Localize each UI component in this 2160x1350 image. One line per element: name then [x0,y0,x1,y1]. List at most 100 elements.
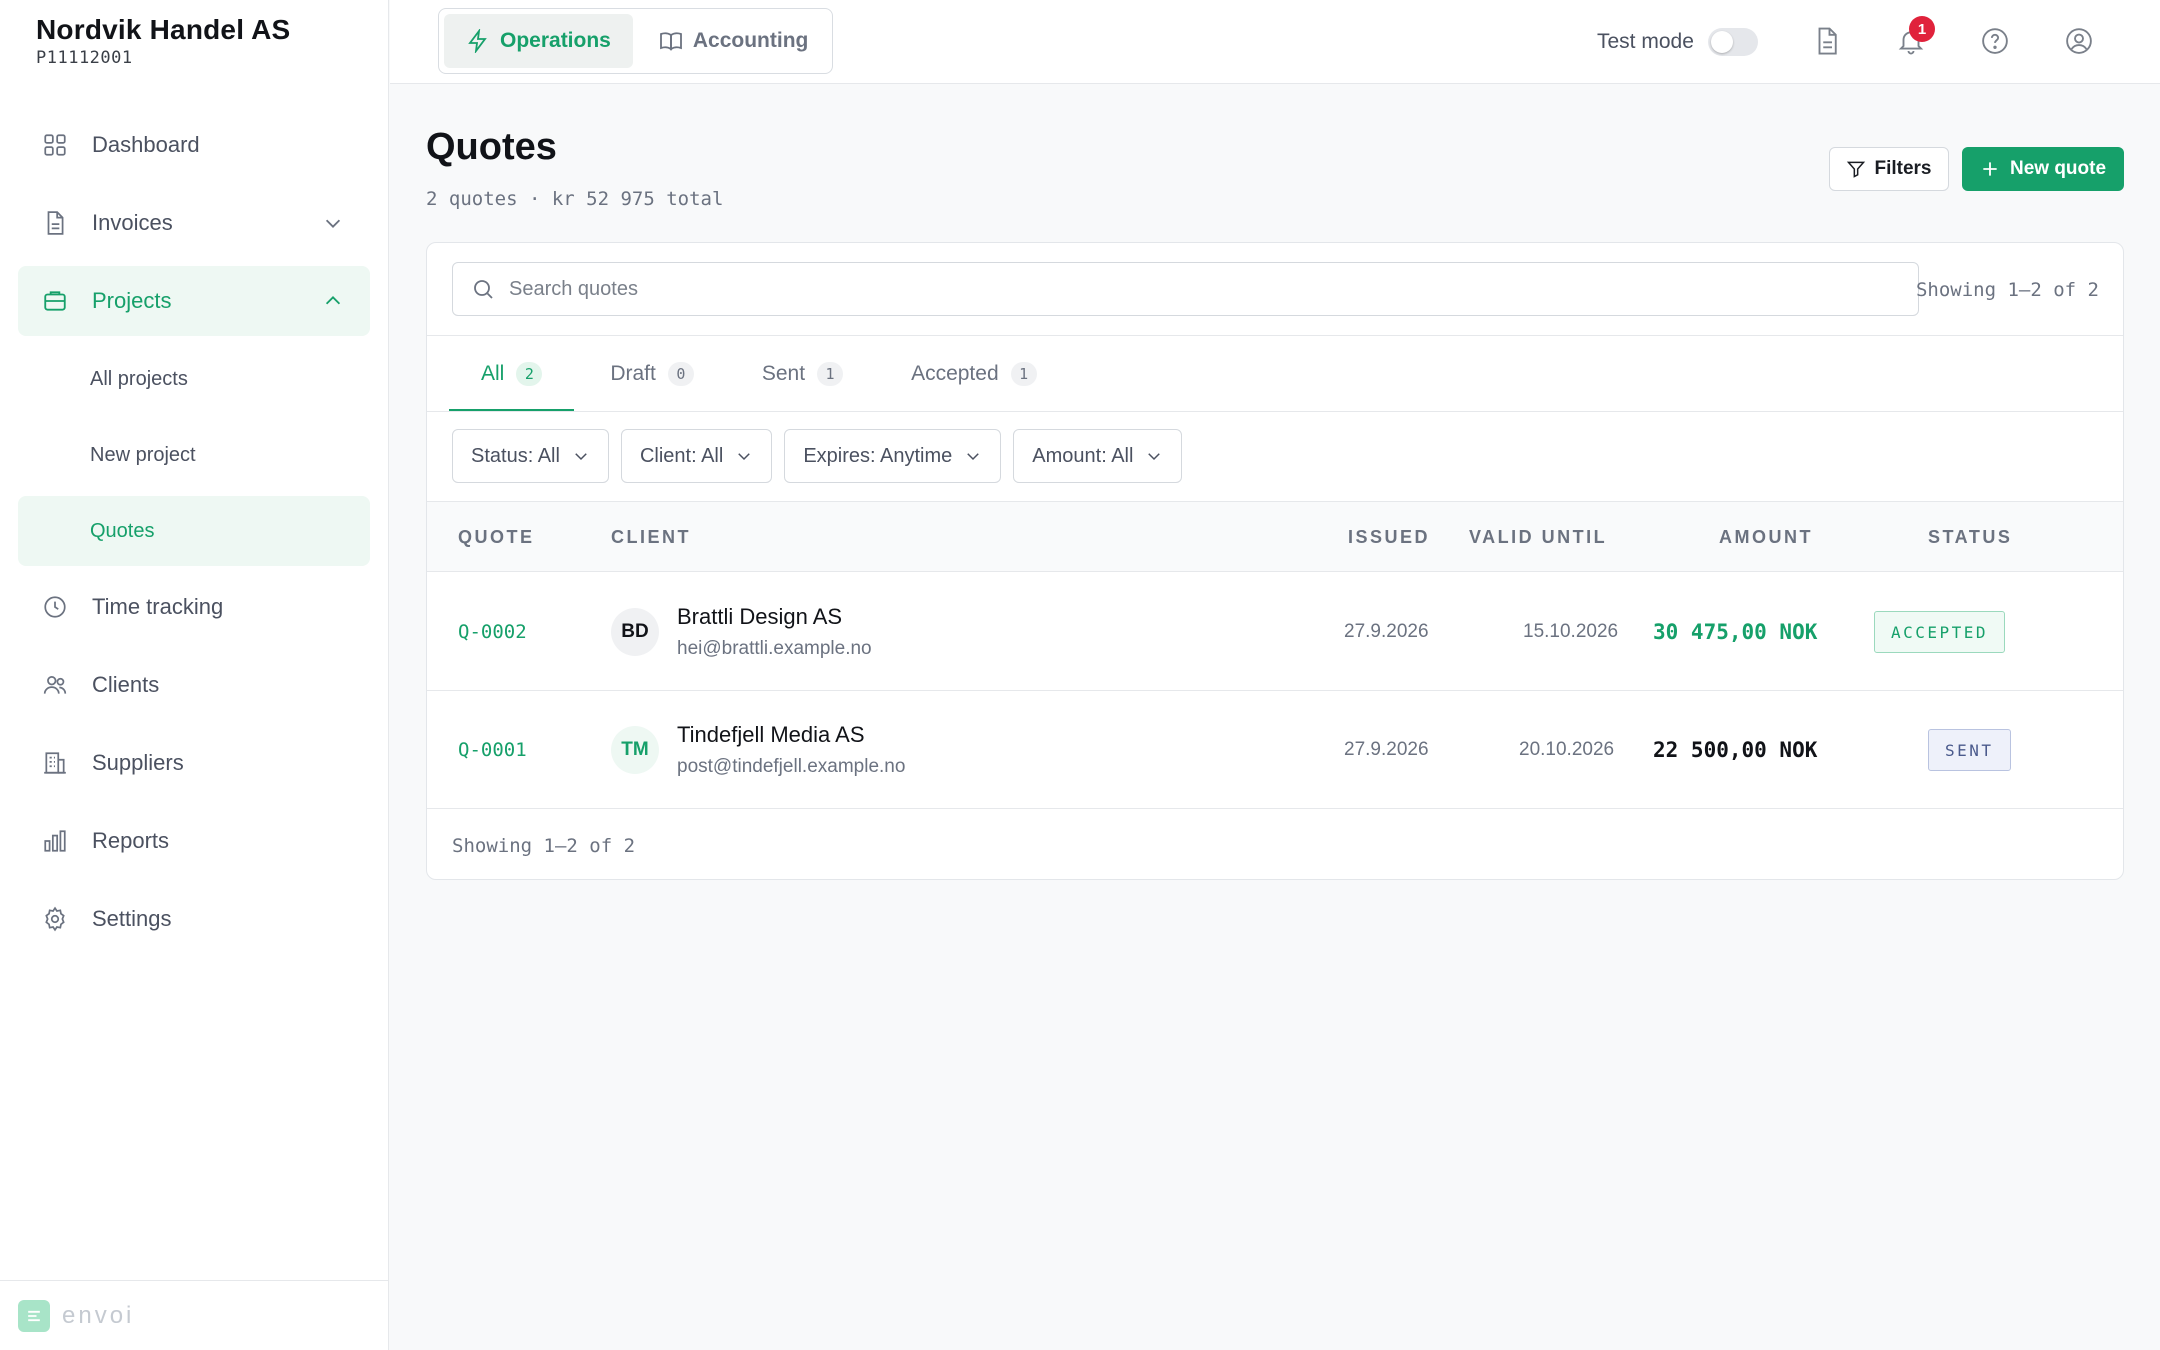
sidebar-item-dashboard[interactable]: Dashboard [18,110,370,180]
status-filter-label: Status: All [471,444,560,467]
valid-until-date: 15.10.2026 [1523,621,1619,642]
search-input[interactable] [509,277,1918,301]
tab-accepted[interactable]: Accepted 1 [879,336,1069,411]
sidebar-subitem-quotes[interactable]: Quotes [18,496,370,566]
filters-button[interactable]: Filters [1829,147,1949,191]
mode-operations[interactable]: Operations [444,14,633,68]
building-icon [42,750,68,776]
sidebar-item-reports[interactable]: Reports [18,806,370,876]
table-header: QUOTE CLIENT ISSUED VALID UNTIL AMOUNT S… [427,502,2123,572]
sidebar-item-label: Projects [92,288,172,313]
users-icon [42,672,68,698]
expires-filter-select[interactable]: Expires: Anytime [784,429,1002,483]
sidebar-item-suppliers[interactable]: Suppliers [18,728,370,798]
help-icon[interactable] [1980,26,2010,56]
filters-button-label: Filters [1874,158,1932,179]
client-filter-label: Client: All [639,444,724,467]
column-header-valid-until[interactable]: VALID UNTIL [1469,502,1607,572]
quote-id-link[interactable]: Q-0002 [458,573,527,691]
sidebar-nav: Dashboard Invoices Projects All projects… [18,110,370,962]
page-title: Quotes [426,126,557,168]
tab-draft[interactable]: Draft 0 [578,336,726,411]
quotes-card: Showing 1–2 of 2 All 2 Draft 0 Sent 1 Ac… [426,242,2124,880]
sidebar-item-clients[interactable]: Clients [18,650,370,720]
client-avatar: TM [611,726,659,774]
issued-date: 27.9.2026 [1344,621,1429,642]
client-email: post@tindefjell.example.no [677,756,906,777]
expires-filter-label: Expires: Anytime [803,444,953,467]
org-header[interactable]: Nordvik Handel AS P11112001 [36,14,290,68]
client-avatar: BD [611,608,659,656]
quote-amount: 30 475,00 NOK [1653,620,1818,644]
chevron-down-icon [572,447,590,465]
status-badge: SENT [1928,729,2011,771]
tab-label: All [481,361,505,385]
showing-count-bottom: Showing 1–2 of 2 [452,835,636,857]
amount-filter-select[interactable]: Amount: All [1013,429,1183,483]
sidebar-subitem-all-projects[interactable]: All projects [18,344,370,414]
column-header-quote[interactable]: QUOTE [458,502,535,572]
chevron-up-icon[interactable] [322,290,344,312]
chevron-down-icon [964,447,982,465]
topbar: Operations Accounting Test mode 1 [390,0,2160,84]
user-avatar-icon[interactable] [2064,26,2094,56]
lightning-icon [466,29,490,53]
column-header-status[interactable]: STATUS [1928,502,2012,572]
test-mode-toggle[interactable] [1707,28,1758,56]
sidebar: Nordvik Handel AS P11112001 Dashboard In… [0,0,389,1350]
client-name: Tindefjell Media AS [677,722,865,747]
valid-until-date: 20.10.2026 [1519,739,1615,760]
org-id: P11112001 [36,48,133,68]
page-subtitle: 2 quotes · kr 52 975 total [426,188,724,210]
divider [427,411,2123,412]
filter-icon [1846,159,1866,179]
column-header-amount[interactable]: AMOUNT [1719,502,1813,572]
new-quote-button[interactable]: New quote [1962,147,2124,191]
client-filter-select[interactable]: Client: All [620,429,773,483]
table-row[interactable]: Q-0001 TM Tindefjell Media AS post@tinde… [427,691,2123,809]
brand-name: envoi [62,1301,135,1329]
tab-count: 1 [1010,361,1037,386]
chevron-down-icon [1145,447,1163,465]
org-name: Nordvik Handel AS [36,14,291,45]
column-header-issued[interactable]: ISSUED [1348,502,1430,572]
mode-operations-label: Operations [500,29,611,52]
sidebar-item-label: Time tracking [92,594,224,619]
status-badge: ACCEPTED [1874,611,2006,653]
sidebar-item-settings[interactable]: Settings [18,884,370,954]
document-icon[interactable] [1812,26,1842,56]
search-box[interactable] [452,262,1919,316]
tab-label: Sent [761,361,806,385]
sidebar-item-time-tracking[interactable]: Time tracking [18,572,370,642]
brand-footer: envoi [0,1280,389,1350]
table-row[interactable]: Q-0002 BD Brattli Design AS hei@brattli.… [427,573,2123,691]
sidebar-item-invoices[interactable]: Invoices [18,188,370,258]
tab-sent[interactable]: Sent 1 [730,336,875,411]
book-icon [659,29,683,53]
column-header-client[interactable]: CLIENT [611,502,691,572]
tab-all[interactable]: All 2 [449,336,575,412]
chevron-down-icon[interactable] [322,212,344,234]
sidebar-item-label: Suppliers [92,750,184,775]
mode-switcher: Operations Accounting [438,8,833,74]
search-icon [471,277,495,301]
sidebar-item-label: Invoices [92,210,173,235]
brand-logo-icon [18,1299,50,1332]
sidebar-item-projects[interactable]: Projects [18,266,370,336]
sidebar-item-label: Clients [92,672,160,697]
clock-icon [42,594,68,620]
quote-amount: 22 500,00 NOK [1653,738,1818,762]
mode-accounting[interactable]: Accounting [637,14,831,68]
client-name: Brattli Design AS [677,604,843,629]
plus-icon [1980,159,2000,179]
briefcase-icon [42,288,68,314]
test-mode-label: Test mode [1597,30,1694,53]
sidebar-item-label: Reports [92,828,170,853]
status-filter-select[interactable]: Status: All [452,429,609,483]
sidebar-subitem-new-project[interactable]: New project [18,420,370,490]
document-icon [42,210,68,236]
tab-count: 1 [817,361,844,386]
grid-icon [42,132,68,158]
gear-icon [42,906,68,932]
quote-id-link[interactable]: Q-0001 [458,691,527,809]
